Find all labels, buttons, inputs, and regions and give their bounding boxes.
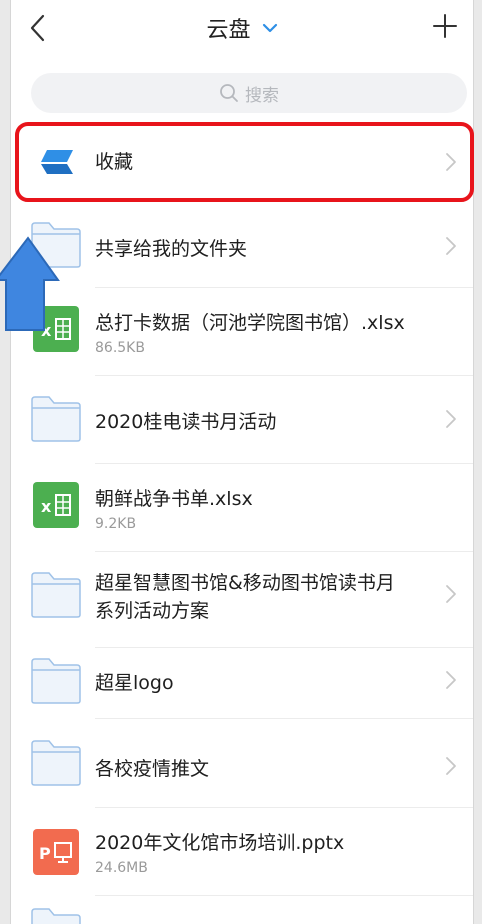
chevron-right-icon <box>446 585 456 603</box>
list-item[interactable]: 各校疫情推文 <box>11 720 473 808</box>
item-name-line-2: 系列活动方案 <box>95 600 210 622</box>
folder-icon <box>31 222 81 268</box>
folder-icon <box>31 658 81 704</box>
list-item[interactable]: x 总打卡数据（河池学院图书馆）.xlsx 86.5KB <box>11 288 473 376</box>
chevron-right-icon <box>446 671 456 689</box>
chevron-down-icon <box>262 23 277 32</box>
list-item[interactable]: P 2020年文化馆市场培训.pptx 24.6MB <box>11 808 473 896</box>
list-item[interactable]: 共享给我的文件夹 <box>11 200 473 288</box>
item-name: 2020桂电读书月活动 <box>95 411 277 433</box>
excel-file-icon: x <box>33 306 79 352</box>
item-size: 9.2KB <box>95 516 137 532</box>
item-size: 24.6MB <box>95 860 148 876</box>
top-bar: 云盘 <box>11 0 473 60</box>
search-placeholder: 搜索 <box>245 85 279 106</box>
folder-icon <box>31 572 81 618</box>
app-screen: 云盘 搜索 收藏 共享给我的文件夹 x 总打卡数据（河池学院图书馆）.xlsx … <box>10 0 474 924</box>
chevron-right-icon <box>446 757 456 775</box>
list-item[interactable]: 2020桂电读书月活动 <box>11 376 473 464</box>
title-dropdown[interactable]: 云盘 <box>11 12 473 44</box>
item-size: 86.5KB <box>95 340 145 356</box>
chevron-right-icon <box>446 153 456 171</box>
item-name: 朝鲜战争书单.xlsx <box>95 488 253 510</box>
folder-icon <box>31 396 81 442</box>
svg-text:x: x <box>41 497 52 516</box>
svg-text:x: x <box>41 321 52 340</box>
favorites-label: 收藏 <box>95 151 134 173</box>
list-item[interactable]: x 朝鲜战争书单.xlsx 9.2KB <box>11 464 473 552</box>
divider <box>95 718 473 719</box>
item-name: 2020年文化馆市场培训.pptx <box>95 832 345 854</box>
favorites-stack-icon <box>41 150 73 174</box>
item-name-line-1: 超星智慧图书馆&移动图书馆读书月 <box>95 572 395 594</box>
search-input[interactable]: 搜索 <box>31 73 467 113</box>
page-title: 云盘 <box>206 18 251 43</box>
chevron-right-icon <box>446 237 456 255</box>
item-name: 各校疫情推文 <box>95 758 210 780</box>
search-icon <box>220 84 238 102</box>
add-button[interactable] <box>431 12 459 40</box>
chevron-right-icon <box>446 410 456 428</box>
svg-text:P: P <box>39 844 51 863</box>
folder-icon <box>31 908 81 924</box>
item-name: 共享给我的文件夹 <box>95 238 248 260</box>
folder-icon <box>31 740 81 786</box>
divider <box>95 895 473 896</box>
favorites-row[interactable]: 收藏 <box>11 126 473 198</box>
ppt-file-icon: P <box>33 829 79 875</box>
excel-file-icon: x <box>33 482 79 528</box>
item-name: 总打卡数据（河池学院图书馆）.xlsx <box>95 312 405 334</box>
plus-icon <box>433 14 457 38</box>
list-item[interactable]: 超星智慧图书馆&移动图书馆读书月 系列活动方案 <box>11 552 473 648</box>
item-name: 超星logo <box>95 672 174 694</box>
